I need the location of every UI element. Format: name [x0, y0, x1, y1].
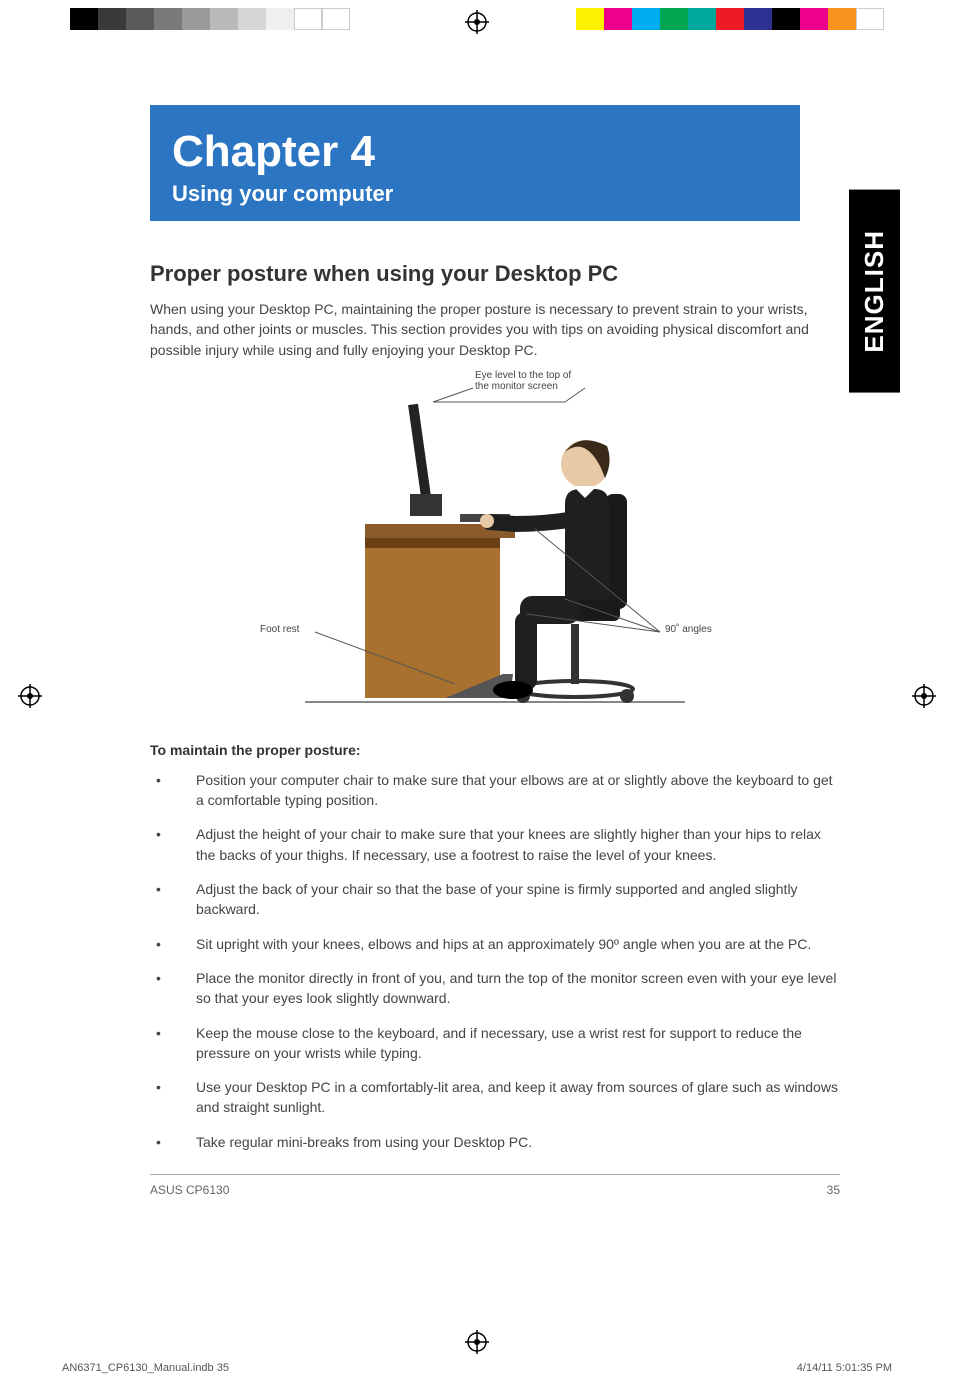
posture-illustration-icon	[265, 374, 725, 714]
list-item: Keep the mouse close to the keyboard, an…	[150, 1023, 840, 1064]
swatch	[772, 8, 800, 30]
list-item: Adjust the height of your chair to make …	[150, 824, 840, 865]
swatch	[688, 8, 716, 30]
swatch	[604, 8, 632, 30]
print-footer: AN6371_CP6130_Manual.indb 35 4/14/11 5:0…	[62, 1362, 892, 1374]
footer-model: ASUS CP6130	[150, 1183, 229, 1197]
swatch	[660, 8, 688, 30]
list-item: Adjust the back of your chair so that th…	[150, 879, 840, 920]
list-item: Sit upright with your knees, elbows and …	[150, 934, 840, 954]
registration-mark-icon	[912, 684, 936, 708]
list-item: Take regular mini-breaks from using your…	[150, 1132, 840, 1152]
swatch	[294, 8, 322, 30]
list-item: Use your Desktop PC in a comfortably-lit…	[150, 1077, 840, 1118]
swatch	[154, 8, 182, 30]
list-item: Place the monitor directly in front of y…	[150, 968, 840, 1009]
list-heading: To maintain the proper posture:	[150, 742, 840, 758]
swatch	[238, 8, 266, 30]
swatch	[828, 8, 856, 30]
footer-rule	[150, 1174, 840, 1175]
language-tab: ENGLISH	[849, 190, 900, 393]
print-footer-timestamp: 4/14/11 5:01:35 PM	[797, 1362, 892, 1374]
chapter-banner: Chapter 4 Using your computer	[150, 105, 800, 221]
swatch	[266, 8, 294, 30]
swatch	[576, 8, 604, 30]
swatch	[126, 8, 154, 30]
swatch	[98, 8, 126, 30]
page-footer: ASUS CP6130 35	[150, 1183, 840, 1197]
footer-page-number: 35	[827, 1183, 840, 1197]
swatch	[856, 8, 884, 30]
figure-label-foot: Foot rest	[260, 624, 299, 635]
swatch	[632, 8, 660, 30]
swatch	[744, 8, 772, 30]
swatch	[322, 8, 350, 30]
swatch	[716, 8, 744, 30]
registration-mark-icon	[18, 684, 42, 708]
list-item: Position your computer chair to make sur…	[150, 770, 840, 811]
swatch	[70, 8, 98, 30]
swatch	[800, 8, 828, 30]
section-intro: When using your Desktop PC, maintaining …	[150, 299, 840, 360]
chapter-subtitle: Using your computer	[172, 181, 778, 207]
registration-mark-icon	[465, 10, 489, 34]
figure-label-eye: Eye level to the top of the monitor scre…	[475, 370, 585, 392]
swatch	[182, 8, 210, 30]
chapter-title: Chapter 4	[172, 127, 778, 177]
swatch	[210, 8, 238, 30]
posture-figure: Eye level to the top of the monitor scre…	[265, 374, 725, 714]
posture-list: Position your computer chair to make sur…	[150, 770, 840, 1152]
section-title: Proper posture when using your Desktop P…	[150, 261, 840, 287]
figure-label-angle: 90˚ angles	[665, 624, 712, 635]
print-footer-file: AN6371_CP6130_Manual.indb 35	[62, 1362, 229, 1374]
registration-mark-icon	[465, 1330, 489, 1354]
page-content: Chapter 4 Using your computer ENGLISH Pr…	[150, 105, 840, 1197]
